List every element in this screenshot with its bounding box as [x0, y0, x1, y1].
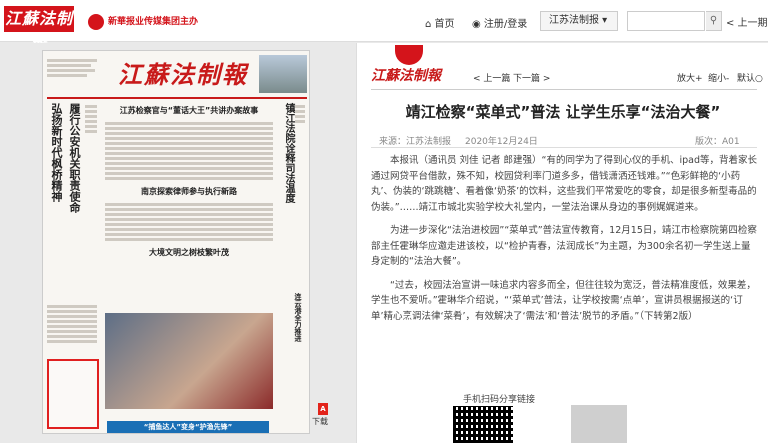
article-date: 2020年12月24日	[465, 137, 538, 147]
masthead-photo	[259, 55, 307, 93]
selected-article-highlight[interactable]	[47, 359, 99, 429]
paper-right-headline: 镇江法院诠释司法温度	[283, 103, 294, 203]
article-title: 靖江检察“菜单式”普法 让学生乐享“法治大餐”	[405, 103, 721, 121]
zoom-reset-button[interactable]: 默认○	[737, 71, 763, 84]
divider	[371, 147, 757, 148]
article-source: 来源：江苏法制报	[379, 137, 452, 147]
paper-banner: “捕鱼达人”变身“护渔先锋”	[107, 421, 269, 433]
paper-photo	[105, 313, 273, 409]
share-label: 手机扫码分享链接	[463, 395, 536, 405]
paper-left-headline: 弘扬新时代枫桥精神	[50, 103, 63, 202]
prev-article-link[interactable]: < 上一篇	[473, 71, 510, 84]
article-panel: 江蘇法制報 < 上一篇 下一篇 > 放大+ 缩小- 默认○ 靖江检察“菜单式”普…	[356, 43, 768, 443]
paper-headline-2: 南京探索律师参与执行新路	[141, 187, 237, 196]
panel-logo: 江蘇法制報	[371, 68, 441, 84]
zoom-in-button[interactable]: 放大+	[677, 71, 703, 84]
group-logo-icon	[88, 14, 104, 30]
paper-right-column[interactable]: 镇江法院诠释司法温度 连云港全力推进	[279, 103, 307, 425]
paper-select[interactable]: 江苏法制报 ▾	[540, 11, 618, 31]
divider	[371, 89, 757, 90]
article-paragraph: 为进一步深化“法治进校园”“菜单式”普法宣传教育，12月15日，靖江市检察院第四…	[371, 225, 757, 267]
group-name: 新華报业传媒集团主办	[108, 17, 199, 27]
article-page: 版次：A01	[695, 137, 740, 147]
article-paragraph: 本报讯（通讯员 刘佳 记者 郎建强）“有的同学为了得到心仪的手机、ipad等，背…	[371, 155, 758, 213]
next-article-link[interactable]: 下一篇 >	[513, 71, 550, 84]
paper-main-column[interactable]: 江苏检察官与“董话大王”共讲办案故事 南京探索律师参与执行新路 大境文明之树枝繁…	[103, 103, 275, 425]
masthead-rule	[47, 97, 307, 99]
article-paragraph: “过去，校园法治宣讲一味追求内容多而全，但往往较为宽泛，普法精准度低，效果差，学…	[371, 279, 756, 322]
qr-side-placeholder	[571, 405, 627, 443]
panel-badge-icon	[395, 45, 423, 65]
paper-headline-1: 江苏检察官与“董话大王”共讲办案故事	[119, 106, 259, 115]
zoom-out-button[interactable]: 缩小-	[708, 71, 729, 84]
paper-right-headline-2: 连云港全力推进	[294, 293, 302, 342]
newspaper-page[interactable]: 江蘇法制報 弘扬新时代枫桥精神 履行公安机关职责使命 江苏检察官与“董话大王”共…	[42, 50, 310, 434]
site-logo[interactable]: 江蘇法制報	[4, 6, 74, 54]
article-body: 本报讯（通讯员 刘佳 记者 郎建强）“有的同学为了得到心仪的手机、ipad等，背…	[371, 153, 757, 332]
paper-left-headline-2: 履行公安机关职责使命	[68, 103, 81, 213]
nav-home-link[interactable]: ⌂ 首页	[425, 15, 455, 30]
nav-login-link[interactable]: ◉ 注册/登录	[472, 15, 527, 30]
prev-issue-link[interactable]: < 上一期	[726, 14, 768, 29]
pdf-icon[interactable]: A	[318, 403, 328, 415]
top-bar: 江蘇法制報 新華报业传媒集团主办 ⌂ 首页 ◉ 注册/登录 江苏法制报 ▾ ⚲ …	[0, 0, 768, 54]
search-icon[interactable]: ⚲	[706, 11, 722, 31]
newspaper-viewer: 江蘇法制報 弘扬新时代枫桥精神 履行公安机关职责使命 江苏检察官与“董话大王”共…	[0, 43, 350, 443]
newspaper-masthead: 江蘇法制報	[118, 60, 248, 89]
masthead-info	[47, 57, 107, 93]
qr-code	[453, 406, 513, 443]
download-link[interactable]: 下载	[312, 416, 328, 427]
search-input[interactable]	[627, 11, 705, 31]
paper-headline-3: 大境文明之树枝繁叶茂	[149, 248, 229, 257]
